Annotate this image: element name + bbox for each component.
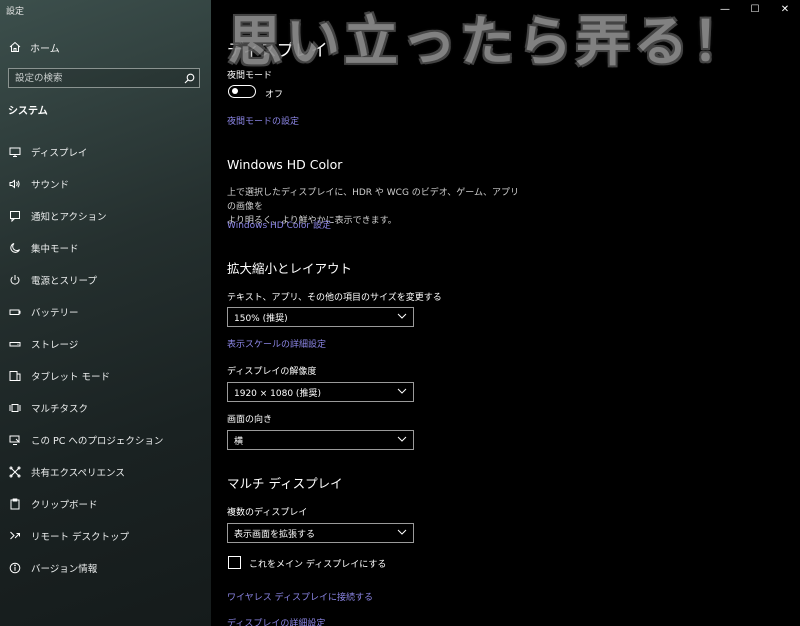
- main-display-checkbox-label: これをメイン ディスプレイにする: [249, 560, 387, 570]
- sidebar-item-label: 集中モード: [31, 244, 79, 255]
- orientation-value: 横: [234, 436, 244, 447]
- sidebar-item-label: バッテリー: [31, 308, 79, 319]
- notification-icon: [8, 209, 22, 223]
- sidebar-item-focus[interactable]: 集中モード: [0, 232, 211, 264]
- sidebar-item-tablet[interactable]: タブレット モード: [0, 360, 211, 392]
- home-icon: [8, 40, 22, 54]
- sidebar-item-projection[interactable]: この PC へのプロジェクション: [0, 424, 211, 456]
- wireless-display-link[interactable]: ワイヤレス ディスプレイに接続する: [227, 590, 373, 603]
- hd-color-heading: Windows HD Color: [227, 157, 343, 172]
- sidebar-item-battery[interactable]: バッテリー: [0, 296, 211, 328]
- sidebar-item-about[interactable]: バージョン情報: [0, 552, 211, 584]
- multi-display-dropdown[interactable]: 表示画面を拡張する: [227, 523, 414, 543]
- search-input[interactable]: [9, 69, 181, 87]
- sidebar-item-shared[interactable]: 共有エクスペリエンス: [0, 456, 211, 488]
- orientation-dropdown[interactable]: 横: [227, 430, 414, 450]
- monitor-icon: [8, 145, 22, 159]
- main-display-checkbox[interactable]: [228, 556, 241, 569]
- search-box: [8, 68, 200, 88]
- sidebar-item-label: 電源とスリープ: [31, 276, 97, 287]
- moon-icon: [8, 241, 22, 255]
- multitask-icon: [8, 401, 22, 415]
- scale-layout-heading: 拡大縮小とレイアウト: [227, 261, 353, 276]
- sidebar-item-label: 共有エクスペリエンス: [31, 468, 125, 479]
- scale-dropdown[interactable]: 150% (推奨): [227, 307, 414, 327]
- sidebar-item-home[interactable]: ホーム: [8, 39, 60, 55]
- watermark-text: 思い立ったら弄る！: [228, 9, 750, 73]
- sidebar-item-label: ディスプレイ: [31, 148, 88, 159]
- speaker-icon: [8, 177, 22, 191]
- section-label: システム: [8, 106, 48, 117]
- multi-display-value: 表示画面を拡張する: [234, 529, 316, 540]
- toggle-knob: [232, 88, 238, 94]
- storage-icon: [8, 337, 22, 351]
- sidebar-item-label: ストレージ: [31, 340, 79, 351]
- projection-icon: [8, 433, 22, 447]
- sidebar-item-label: この PC へのプロジェクション: [31, 436, 164, 447]
- multi-display-heading: マルチ ディスプレイ: [227, 476, 343, 491]
- sidebar-item-label: タブレット モード: [31, 372, 111, 383]
- window-title: 設定: [6, 7, 25, 17]
- info-icon: [8, 561, 22, 575]
- sidebar-item-label: ホーム: [30, 43, 60, 55]
- night-light-toggle[interactable]: [228, 85, 256, 98]
- orientation-label: 画面の向き: [227, 415, 273, 425]
- sidebar-item-label: 通知とアクション: [31, 212, 107, 223]
- resolution-dropdown[interactable]: 1920 × 1080 (推奨): [227, 382, 414, 402]
- search-icon[interactable]: [181, 70, 197, 86]
- power-icon: [8, 273, 22, 287]
- night-light-state: オフ: [265, 90, 284, 100]
- chevron-down-icon: [397, 528, 407, 538]
- sidebar-item-storage[interactable]: ストレージ: [0, 328, 211, 360]
- tablet-icon: [8, 369, 22, 383]
- sidebar-item-power[interactable]: 電源とスリープ: [0, 264, 211, 296]
- clipboard-icon: [8, 497, 22, 511]
- hd-color-settings-link[interactable]: Windows HD Color 設定: [227, 218, 331, 231]
- main-content: — ☐ ✕ ディスプレイ 夜間モード オフ 夜間モードの設定 Windows H…: [211, 0, 800, 626]
- multi-display-label: 複数のディスプレイ: [227, 508, 308, 518]
- sidebar-item-notifications[interactable]: 通知とアクション: [0, 200, 211, 232]
- scale-value: 150% (推奨): [234, 313, 288, 324]
- battery-icon: [8, 305, 22, 319]
- sidebar-item-remote[interactable]: リモート デスクトップ: [0, 520, 211, 552]
- sidebar-nav: ディスプレイ サウンド 通知とアクション 集中モード 電源とスリープ バッテリー…: [0, 136, 211, 584]
- chevron-down-icon: [397, 435, 407, 445]
- sidebar-item-label: リモート デスクトップ: [31, 532, 130, 543]
- shared-icon: [8, 465, 22, 479]
- resolution-label: ディスプレイの解像度: [227, 367, 317, 377]
- scale-label: テキスト、アプリ、その他の項目のサイズを変更する: [227, 293, 442, 303]
- night-light-settings-link[interactable]: 夜間モードの設定: [227, 114, 299, 127]
- remote-icon: [8, 529, 22, 543]
- sidebar-item-label: バージョン情報: [31, 564, 98, 575]
- sidebar-item-display[interactable]: ディスプレイ: [0, 136, 211, 168]
- chevron-down-icon: [397, 312, 407, 322]
- advanced-scaling-link[interactable]: 表示スケールの詳細設定: [227, 337, 326, 350]
- chevron-down-icon: [397, 387, 407, 397]
- sidebar-item-label: クリップボード: [31, 500, 98, 511]
- sidebar-item-multitask[interactable]: マルチタスク: [0, 392, 211, 424]
- advanced-display-link[interactable]: ディスプレイの詳細設定: [227, 616, 325, 626]
- hd-color-description-line: 上で選択したディスプレイに、HDR や WCG のビデオ、ゲーム、アプリの画像を: [227, 188, 519, 212]
- sidebar: 設定 ホーム システム ディスプレイ サウンド 通知とアクション 集中モード: [0, 0, 211, 626]
- sidebar-item-clipboard[interactable]: クリップボード: [0, 488, 211, 520]
- sidebar-item-label: マルチタスク: [31, 404, 89, 415]
- sidebar-item-label: サウンド: [31, 180, 70, 191]
- resolution-value: 1920 × 1080 (推奨): [234, 388, 321, 399]
- sidebar-item-sound[interactable]: サウンド: [0, 168, 211, 200]
